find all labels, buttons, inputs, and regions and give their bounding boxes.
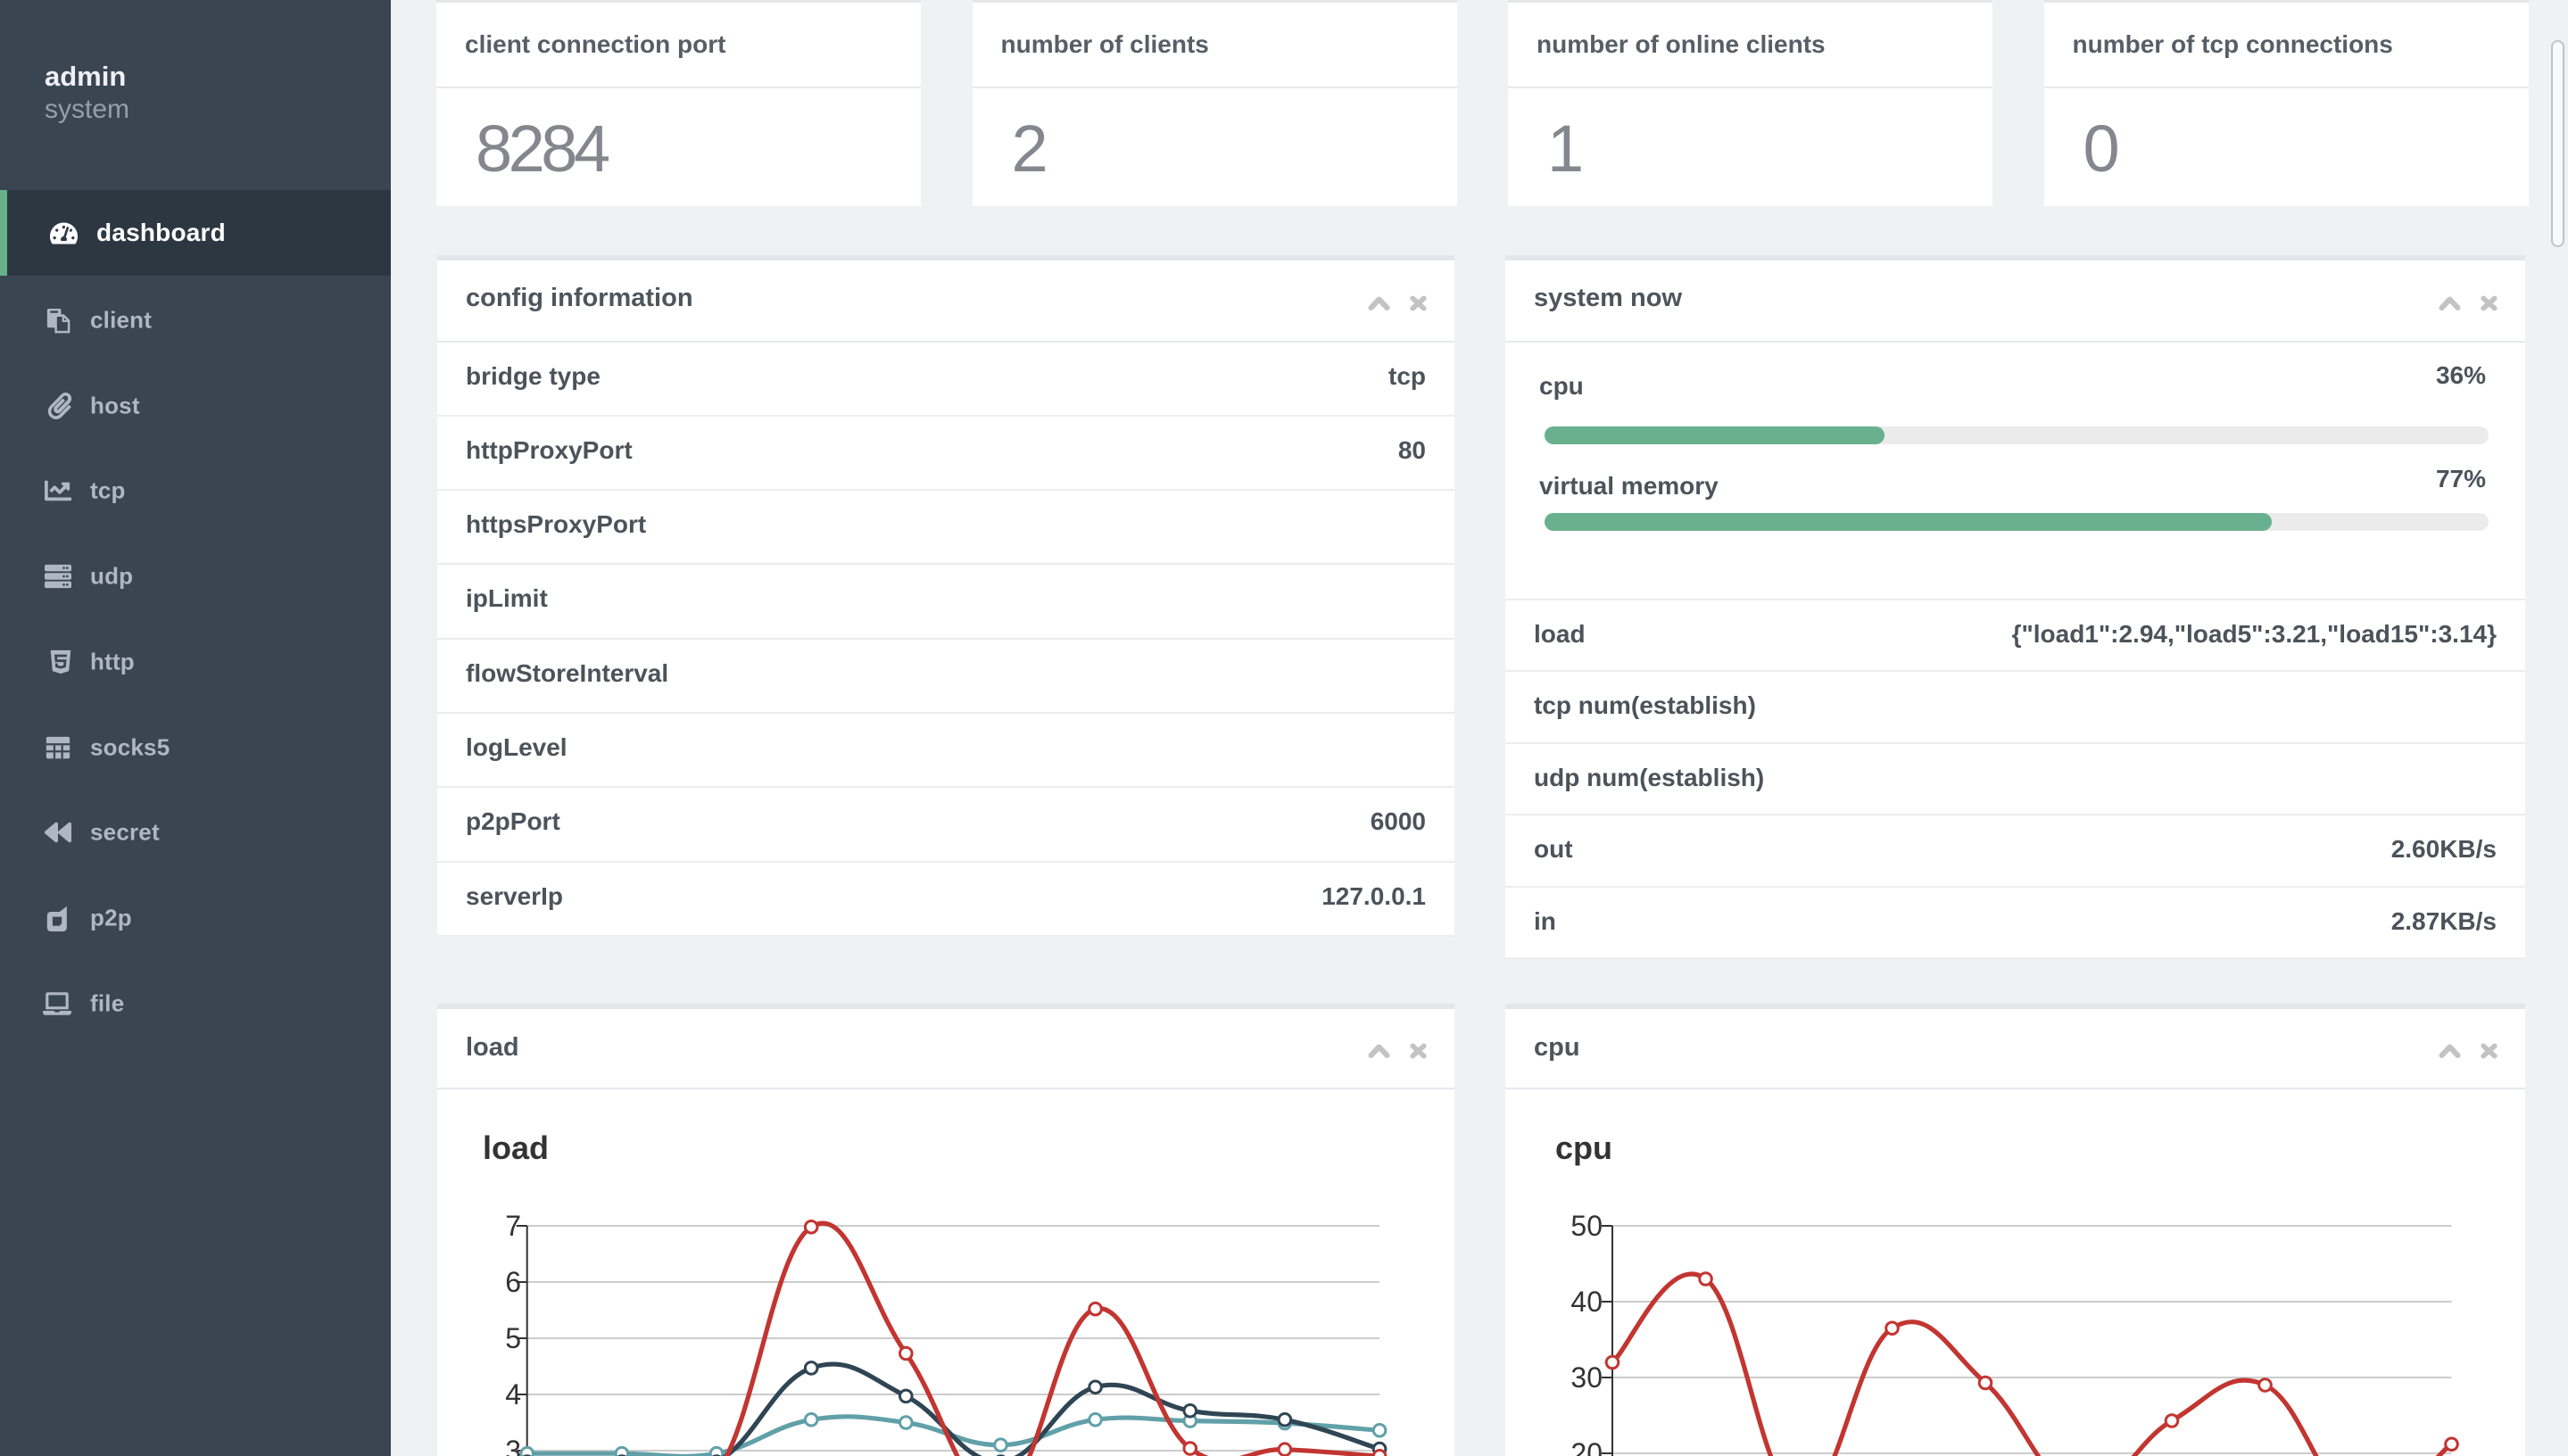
svg-text:7: 7 [505, 1210, 521, 1242]
svg-text:3: 3 [505, 1435, 521, 1456]
svg-text:4: 4 [505, 1378, 521, 1410]
svg-text:50: 50 [1570, 1210, 1603, 1242]
svg-text:5: 5 [505, 1322, 521, 1354]
svg-text:20: 20 [1570, 1437, 1603, 1456]
svg-text:30: 30 [1570, 1361, 1603, 1394]
svg-text:6: 6 [505, 1266, 521, 1298]
svg-text:40: 40 [1570, 1286, 1603, 1318]
